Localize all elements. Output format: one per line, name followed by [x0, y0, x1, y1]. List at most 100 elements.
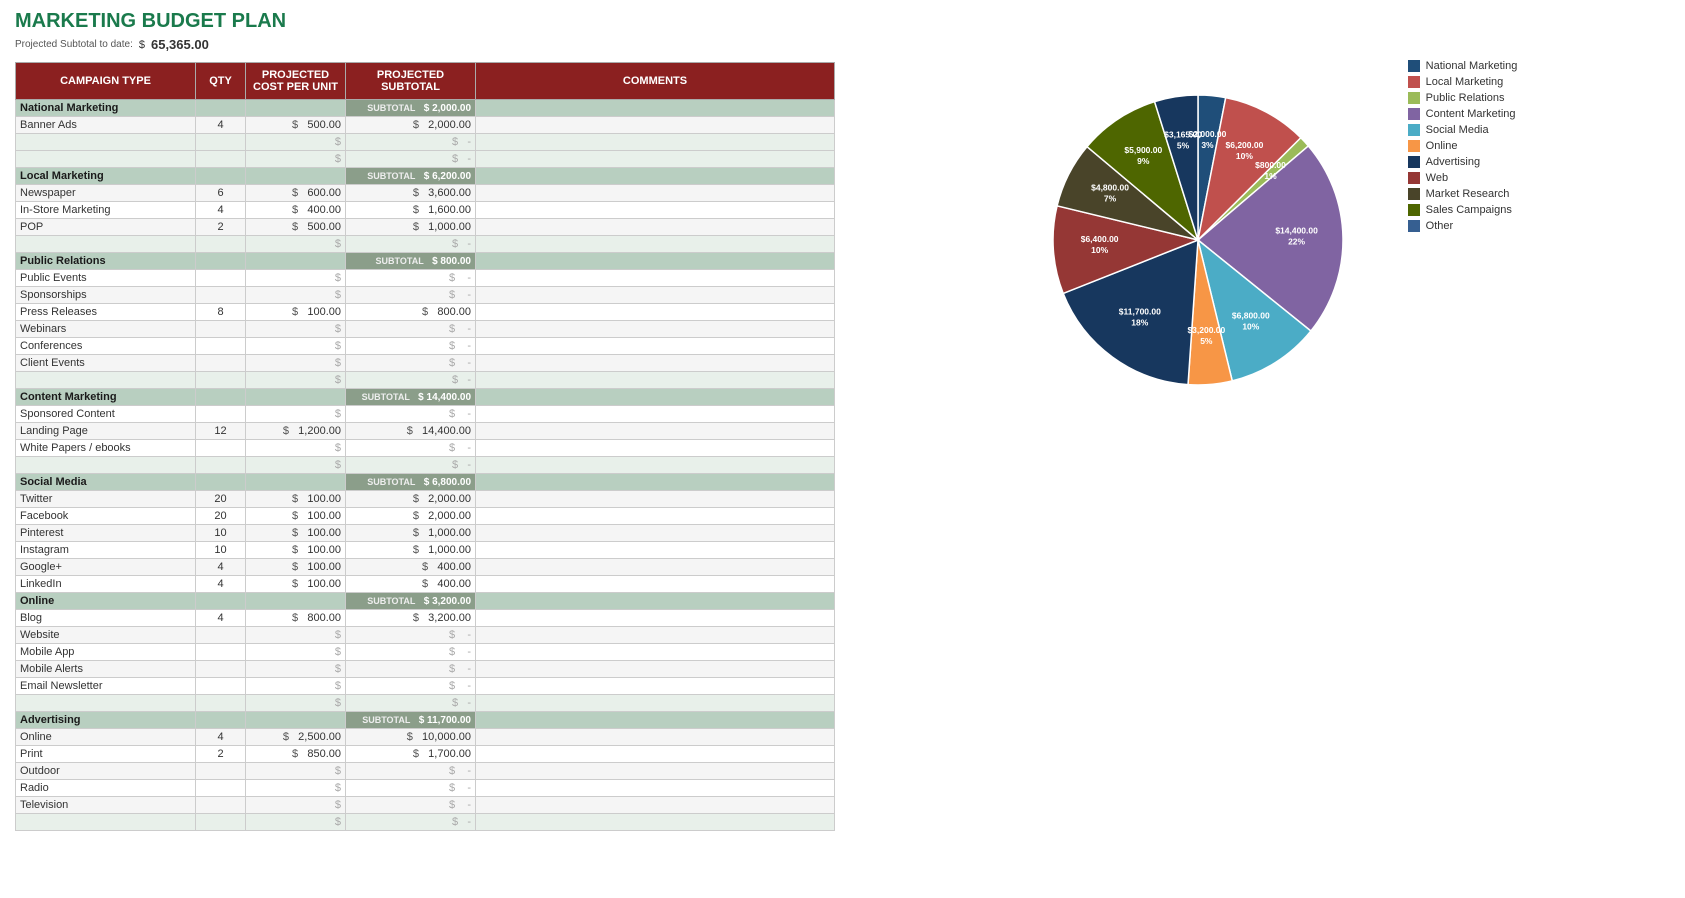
legend-item: Other: [1408, 220, 1518, 232]
item-subtotal: $ -: [346, 661, 476, 678]
item-qty: [196, 661, 246, 678]
empty-row: $$ -: [16, 236, 835, 253]
category-row: Advertising SUBTOTAL $ 11,700.00: [16, 712, 835, 729]
empty-row: $$ -: [16, 151, 835, 168]
item-comment: [476, 729, 835, 746]
legend: National Marketing Local Marketing Publi…: [1408, 60, 1518, 232]
subtitle-amount: 65,365.00: [151, 37, 209, 52]
item-qty: [196, 355, 246, 372]
item-name: Banner Ads: [16, 117, 196, 134]
legend-label: Sales Campaigns: [1426, 204, 1512, 216]
table-row: Client Events $ $ -: [16, 355, 835, 372]
legend-item: Public Relations: [1408, 92, 1518, 104]
item-subtotal: $ 1,000.00: [346, 542, 476, 559]
item-comment: [476, 763, 835, 780]
category-row: Public Relations SUBTOTAL $ 800.00: [16, 253, 835, 270]
table-row: Pinterest 10 $ 100.00 $ 1,000.00: [16, 525, 835, 542]
item-comment: [476, 270, 835, 287]
table-row: Facebook 20 $ 100.00 $ 2,000.00: [16, 508, 835, 525]
col-comments: COMMENTS: [476, 63, 835, 100]
item-comment: [476, 610, 835, 627]
table-row: LinkedIn 4 $ 100.00 $ 400.00: [16, 576, 835, 593]
item-comment: [476, 644, 835, 661]
item-comment: [476, 746, 835, 763]
item-subtotal: $ -: [346, 338, 476, 355]
item-qty: 8: [196, 304, 246, 321]
category-name: Advertising: [16, 712, 196, 729]
item-name: Facebook: [16, 508, 196, 525]
item-cost: $ 400.00: [246, 202, 346, 219]
item-qty: [196, 780, 246, 797]
item-qty: [196, 270, 246, 287]
item-name: Sponsored Content: [16, 406, 196, 423]
table-row: Newspaper 6 $ 600.00 $ 3,600.00: [16, 185, 835, 202]
item-name: Google+: [16, 559, 196, 576]
item-subtotal: $ -: [346, 678, 476, 695]
item-comment: [476, 440, 835, 457]
item-comment: [476, 576, 835, 593]
table-row: Public Events $ $ -: [16, 270, 835, 287]
category-name: Public Relations: [16, 253, 196, 270]
pie-chart-main: [1008, 50, 1388, 430]
category-name: Social Media: [16, 474, 196, 491]
legend-item: Market Research: [1408, 188, 1518, 200]
item-cost: $ 100.00: [246, 559, 346, 576]
category-row: Online SUBTOTAL $ 3,200.00: [16, 593, 835, 610]
legend-color: [1408, 76, 1420, 88]
legend-color: [1408, 220, 1420, 232]
item-name: Mobile Alerts: [16, 661, 196, 678]
item-qty: 4: [196, 610, 246, 627]
item-qty: 4: [196, 576, 246, 593]
item-name: Pinterest: [16, 525, 196, 542]
item-subtotal: $ -: [346, 763, 476, 780]
item-cost: $: [246, 627, 346, 644]
empty-row: $$ -: [16, 814, 835, 831]
item-qty: [196, 627, 246, 644]
legend-item: Web: [1408, 172, 1518, 184]
legend-color: [1408, 108, 1420, 120]
table-row: Landing Page 12 $ 1,200.00 $ 14,400.00: [16, 423, 835, 440]
item-cost: $: [246, 661, 346, 678]
chart-container: $2,000.003%$6,200.0010%$800.001%$14,400.…: [1008, 50, 1388, 430]
item-comment: [476, 304, 835, 321]
item-comment: [476, 542, 835, 559]
item-qty: [196, 338, 246, 355]
chart-wrapper: $2,000.003%$6,200.0010%$800.001%$14,400.…: [1008, 50, 1518, 430]
table-row: Mobile App $ $ -: [16, 644, 835, 661]
table-row: Conferences $ $ -: [16, 338, 835, 355]
legend-color: [1408, 92, 1420, 104]
item-qty: 4: [196, 559, 246, 576]
category-name: Content Marketing: [16, 389, 196, 406]
item-comment: [476, 406, 835, 423]
subtitle-label: Projected Subtotal to date:: [15, 39, 133, 50]
item-subtotal: $ -: [346, 627, 476, 644]
legend-label: Public Relations: [1426, 92, 1505, 104]
subtitle: Projected Subtotal to date: $ 65,365.00: [15, 37, 835, 52]
subtitle-currency: $: [139, 39, 145, 51]
item-qty: [196, 763, 246, 780]
item-subtotal: $ -: [346, 797, 476, 814]
legend-item: National Marketing: [1408, 60, 1518, 72]
table-row: Email Newsletter $ $ -: [16, 678, 835, 695]
legend-label: Other: [1426, 220, 1454, 232]
item-name: POP: [16, 219, 196, 236]
item-qty: 2: [196, 746, 246, 763]
category-row: Local Marketing SUBTOTAL $ 6,200.00: [16, 168, 835, 185]
item-cost: $ 100.00: [246, 525, 346, 542]
legend-label: Content Marketing: [1426, 108, 1516, 120]
item-comment: [476, 491, 835, 508]
category-row: Social Media SUBTOTAL $ 6,800.00: [16, 474, 835, 491]
item-cost: $ 100.00: [246, 491, 346, 508]
item-subtotal: $ -: [346, 355, 476, 372]
item-qty: 6: [196, 185, 246, 202]
item-subtotal: $ -: [346, 321, 476, 338]
empty-row: $$ -: [16, 457, 835, 474]
item-name: White Papers / ebooks: [16, 440, 196, 457]
item-cost: $: [246, 355, 346, 372]
legend-label: Online: [1426, 140, 1458, 152]
table-row: Press Releases 8 $ 100.00 $ 800.00: [16, 304, 835, 321]
item-cost: $ 500.00: [246, 117, 346, 134]
table-row: Online 4 $ 2,500.00 $ 10,000.00: [16, 729, 835, 746]
item-cost: $ 100.00: [246, 576, 346, 593]
table-row: Radio $ $ -: [16, 780, 835, 797]
